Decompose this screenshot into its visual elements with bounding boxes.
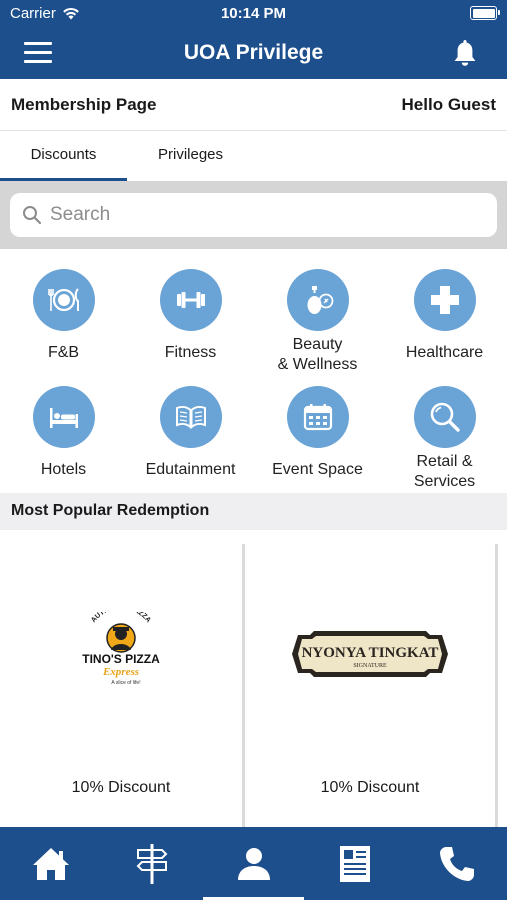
nyonya-tingkat-logo: NYONYA TINGKAT SIGNATURE xyxy=(245,604,495,704)
category-hotels[interactable]: Hotels xyxy=(0,386,127,480)
category-label: Retail & Services xyxy=(413,453,476,490)
svg-text:AUTHENTIC PIZZA: AUTHENTIC PIZZA xyxy=(90,612,152,624)
search-placeholder: Search xyxy=(50,204,111,225)
plate-cutlery-icon xyxy=(32,269,95,331)
tab-membership[interactable] xyxy=(203,827,304,900)
category-grid: F&B Fitness Beauty & Wellness Healthcare… xyxy=(0,249,507,493)
nav-bar: UOA Privilege xyxy=(0,28,507,79)
battery-level xyxy=(472,8,495,18)
profile-icon xyxy=(237,847,270,880)
category-label: F&B xyxy=(47,344,80,361)
card-divider xyxy=(495,544,498,827)
status-bar: Carrier 10:14 PM xyxy=(0,0,507,28)
magnifier-icon xyxy=(413,386,476,448)
popular-cards: AUTHENTIC PIZZA TINO'S PIZZA Express A s… xyxy=(0,530,507,827)
search-icon xyxy=(23,206,42,225)
category-label: Hotels xyxy=(40,461,87,478)
tab-discounts[interactable]: Discounts xyxy=(0,131,127,181)
app-title: UOA Privilege xyxy=(183,41,324,64)
card-tinos-pizza[interactable]: AUTHENTIC PIZZA TINO'S PIZZA Express A s… xyxy=(0,544,242,827)
category-edutainment[interactable]: Edutainment xyxy=(127,386,254,480)
category-beauty-wellness[interactable]: Beauty & Wellness xyxy=(254,269,381,375)
search-band: Search xyxy=(0,181,507,249)
section-header: Most Popular Redemption xyxy=(0,493,507,530)
tinos-pizza-logo: AUTHENTIC PIZZA TINO'S PIZZA Express A s… xyxy=(0,604,242,704)
clock: 10:14 PM xyxy=(220,5,287,22)
segment-tabs: Discounts Privileges xyxy=(0,131,507,181)
discount-label: 10% Discount xyxy=(320,779,420,796)
home-icon xyxy=(32,847,69,880)
svg-text:A slice of life!: A slice of life! xyxy=(111,680,140,686)
svg-text:SIGNATURE: SIGNATURE xyxy=(353,663,387,669)
category-healthcare[interactable]: Healthcare xyxy=(381,269,507,363)
tab-home[interactable] xyxy=(0,827,101,900)
calendar-icon xyxy=(286,386,349,448)
search-input[interactable]: Search xyxy=(10,193,497,237)
svg-text:TINO'S PIZZA: TINO'S PIZZA xyxy=(82,652,160,666)
battery-icon xyxy=(470,6,500,20)
membership-page-label: Membership Page xyxy=(11,95,157,114)
bell-icon[interactable] xyxy=(451,38,479,68)
category-fitness[interactable]: Fitness xyxy=(127,269,254,363)
bottom-tab-bar xyxy=(0,827,507,900)
phone-icon xyxy=(439,846,474,881)
category-label: Beauty & Wellness xyxy=(277,336,358,373)
dumbbell-icon xyxy=(159,269,222,331)
card-nyonya-tingkat[interactable]: NYONYA TINGKAT SIGNATURE 10% Discount xyxy=(245,544,495,827)
category-fnb[interactable]: F&B xyxy=(0,269,127,363)
signpost-icon xyxy=(136,843,167,884)
svg-text:Express: Express xyxy=(102,666,139,678)
greeting-label: Hello Guest xyxy=(401,95,496,114)
category-label: Edutainment xyxy=(145,461,236,478)
category-retail-services[interactable]: Retail & Services xyxy=(381,386,507,492)
cosmetics-icon xyxy=(286,269,349,331)
category-label: Event Space xyxy=(272,461,363,478)
document-icon xyxy=(339,845,370,882)
category-label: Healthcare xyxy=(405,344,484,361)
bed-icon xyxy=(32,386,95,448)
discount-label: 10% Discount xyxy=(71,779,171,796)
book-icon xyxy=(159,386,222,448)
svg-text:NYONYA TINGKAT: NYONYA TINGKAT xyxy=(302,645,439,661)
medical-cross-icon xyxy=(413,269,476,331)
tab-contact[interactable] xyxy=(406,827,507,900)
category-label: Fitness xyxy=(164,344,217,361)
tab-news[interactable] xyxy=(304,827,405,900)
membership-row: Membership Page Hello Guest xyxy=(0,79,507,131)
tab-directory[interactable] xyxy=(101,827,202,900)
section-title: Most Popular Redemption xyxy=(11,502,210,519)
category-event-space[interactable]: Event Space xyxy=(254,386,381,480)
tab-privileges[interactable]: Privileges xyxy=(127,131,254,181)
